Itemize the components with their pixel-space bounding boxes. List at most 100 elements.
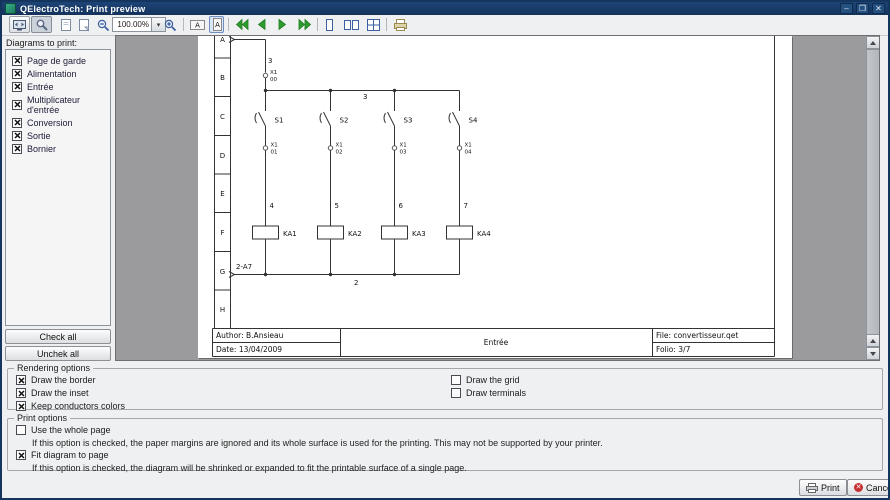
diagram-checkbox[interactable] <box>12 118 22 128</box>
option-row[interactable]: Draw the inset <box>16 387 125 399</box>
portrait-orientation-button[interactable]: A <box>209 16 224 33</box>
check-all-button[interactable]: Check all <box>5 329 111 344</box>
cancel-button[interactable]: ✕ Cancel <box>847 479 890 496</box>
diagram-checkbox[interactable] <box>12 100 22 110</box>
print-button[interactable]: Print <box>799 479 847 496</box>
rendering-options-group: Rendering options Draw the borderDraw th… <box>7 363 883 410</box>
uncheck-all-button[interactable]: Unchek all <box>5 346 111 361</box>
last-page-button[interactable] <box>296 16 313 33</box>
export-page-button[interactable] <box>75 16 92 33</box>
toolbar-separator <box>386 18 387 31</box>
landscape-orientation-button[interactable]: A <box>188 16 207 33</box>
diagram-checkbox[interactable] <box>12 131 22 141</box>
rendering-checkbox[interactable] <box>451 388 461 398</box>
minimize-button[interactable]: – <box>840 3 853 14</box>
first-page-button[interactable] <box>233 16 250 33</box>
toolbar-separator <box>228 18 229 31</box>
terminal-pin: 00 <box>270 77 277 83</box>
option-row[interactable]: Use the whole page <box>16 424 878 436</box>
titleblock-author: Author: B.Ansieau <box>216 331 284 340</box>
scroll-up-button-bottom[interactable] <box>866 334 880 347</box>
rendering-option-label: Draw the grid <box>466 375 520 385</box>
next-page-button[interactable] <box>275 16 290 33</box>
printer-icon <box>393 18 408 32</box>
terminal-label: X1 <box>465 143 472 149</box>
diagram-list-item[interactable]: Page de garde <box>6 54 110 67</box>
svg-text:A: A <box>195 22 200 30</box>
rendering-checkbox[interactable] <box>16 388 26 398</box>
row-letter: A <box>220 36 225 44</box>
zoom-combo[interactable]: 100.00% ▾ <box>112 17 166 32</box>
row-letter: E <box>220 190 224 198</box>
facing-pages-view-button[interactable] <box>342 16 361 33</box>
scroll-up-button[interactable] <box>866 36 880 49</box>
zoom-out-button[interactable] <box>95 16 110 33</box>
diagram-list-item[interactable]: Entrée <box>6 80 110 93</box>
toolbar-separator <box>317 18 318 31</box>
all-pages-view-icon <box>366 18 381 32</box>
row-letter: G <box>220 268 225 276</box>
option-row[interactable]: Draw the border <box>16 374 125 386</box>
portrait-icon: A <box>211 17 223 32</box>
diagram-checkbox[interactable] <box>12 144 22 154</box>
print-option-checkbox[interactable] <box>16 425 26 435</box>
diagram-checkbox[interactable] <box>12 56 22 66</box>
all-pages-view-button[interactable] <box>365 16 382 33</box>
maximize-button[interactable]: ❐ <box>856 3 869 14</box>
option-row[interactable]: Keep conductors colors <box>16 400 125 412</box>
vertical-scrollbar[interactable] <box>865 36 879 360</box>
terminal-label: X1 <box>271 143 278 149</box>
rendering-checkbox[interactable] <box>16 375 26 385</box>
app-icon <box>5 3 16 14</box>
option-row[interactable]: Fit diagram to page <box>16 449 878 461</box>
switch-label: S3 <box>404 117 413 125</box>
print-toolbar-button[interactable] <box>391 16 409 33</box>
fit-page-button[interactable] <box>31 16 52 33</box>
print-option-description: If this option is checked, the diagram w… <box>32 462 878 473</box>
single-page-view-button[interactable] <box>322 16 337 33</box>
diagram-list-item[interactable]: Multiplicateur d'entrée <box>6 93 110 116</box>
page-setup-button[interactable] <box>57 16 74 33</box>
print-option-checkbox[interactable] <box>16 450 26 460</box>
coil-symbol <box>318 226 344 239</box>
zoom-value[interactable]: 100.00% <box>112 17 151 32</box>
rendering-checkbox[interactable] <box>451 375 461 385</box>
diagram-list-item[interactable]: Conversion <box>6 116 110 129</box>
wire-number: 6 <box>399 202 404 210</box>
diagram-list-item[interactable]: Alimentation <box>6 67 110 80</box>
close-button[interactable]: ✕ <box>872 3 885 14</box>
diagram-checkbox[interactable] <box>12 69 22 79</box>
scrollbar-thumb[interactable] <box>866 49 880 355</box>
diagram-checkbox[interactable] <box>12 82 22 92</box>
row-letter: C <box>220 113 225 121</box>
coil-symbol <box>253 226 279 239</box>
coil-label: KA2 <box>348 230 362 238</box>
folio-reference-label: 2-A7 <box>236 263 252 271</box>
terminal-icon <box>457 146 461 150</box>
option-row[interactable]: Draw the grid <box>451 374 526 386</box>
option-row[interactable]: Draw terminals <box>451 387 526 399</box>
row-letter: B <box>220 74 225 82</box>
svg-text:A: A <box>215 21 220 29</box>
print-options-title: Print options <box>14 413 70 423</box>
preview-area[interactable]: ABCDEFGH3X1003S1X1014KA1S2X1025KA2S3X103… <box>115 35 880 361</box>
titleblock-date: Date: 13/04/2009 <box>216 345 282 354</box>
print-button-label: Print <box>821 483 840 493</box>
zoom-out-icon <box>96 18 109 32</box>
previous-page-button[interactable] <box>254 16 269 33</box>
terminal-label: X1 <box>270 70 277 76</box>
fit-width-button[interactable] <box>9 16 30 33</box>
diagram-list-item[interactable]: Bornier <box>6 142 110 155</box>
rendering-checkbox[interactable] <box>16 401 26 411</box>
print-option-description: If this option is checked, the paper mar… <box>32 437 878 448</box>
previous-page-icon <box>255 18 268 31</box>
page-fold-icon <box>78 18 90 32</box>
cancel-button-label: Cancel <box>866 483 890 493</box>
print-button-icon <box>806 483 818 493</box>
zoom-in-button[interactable] <box>162 16 177 33</box>
scroll-down-button[interactable] <box>866 347 880 360</box>
diagram-label: Bornier <box>27 144 56 154</box>
titlebar[interactable]: QElectroTech: Print preview – ❐ ✕ <box>2 2 888 15</box>
last-page-icon <box>297 18 312 31</box>
diagram-list-item[interactable]: Sortie <box>6 129 110 142</box>
